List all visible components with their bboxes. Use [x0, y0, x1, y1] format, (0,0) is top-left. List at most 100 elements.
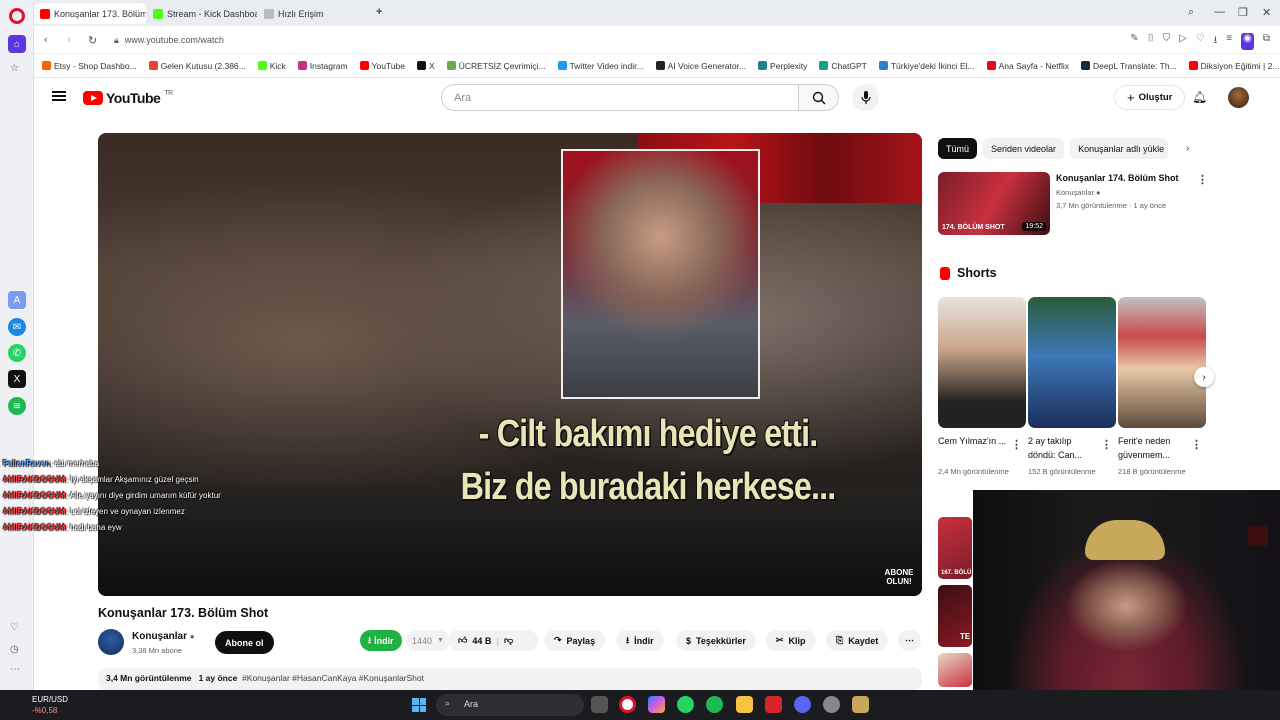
short-title-2[interactable]: 2 ay takılıp döndü: Can... [1028, 434, 1100, 462]
hamburger-menu-icon[interactable] [52, 91, 66, 101]
x-icon[interactable]: X [8, 370, 26, 388]
bookmark-item[interactable]: Ana Sayfa - Netflix [986, 61, 1069, 71]
short-thumbnail-3[interactable] [1118, 297, 1206, 428]
bookmark-item[interactable]: Gelen Kutusu (2.386... [148, 61, 246, 71]
bookmark-item[interactable]: YouTube [359, 61, 405, 71]
thanks-button[interactable]: $ Teşekkürler [676, 630, 756, 651]
profile-icon[interactable]: ◉ [1241, 33, 1254, 50]
more-vertical-icon[interactable]: ⋮ [1011, 438, 1022, 451]
channel-name[interactable]: Konuşanlar ● [132, 631, 195, 642]
more-actions-button[interactable]: ⋯ [898, 630, 921, 651]
save-button[interactable]: ⎘ Kaydet [826, 630, 889, 651]
tab-kick[interactable]: Stream - Kick Dashboard [147, 3, 257, 24]
task-view-icon[interactable] [591, 696, 608, 713]
app-store-icon[interactable]: A [8, 291, 26, 309]
tab-youtube[interactable]: Konuşanlar 173. Bölüm [34, 3, 146, 24]
bookmark-item[interactable]: Diksiyon Eğitimi | 2... [1188, 61, 1279, 71]
bookmark-item[interactable]: Twitter Video indir... [557, 61, 644, 71]
quality-select[interactable]: 1440 ▼ [406, 630, 450, 651]
taskbar-search[interactable]: ⌕ Ara [436, 694, 584, 716]
maximize-icon[interactable]: ❐ [1238, 6, 1248, 19]
chip-series[interactable]: Seriden videolar [983, 138, 1065, 159]
bookmark-item[interactable]: Etsy - Shop Dashbo... [42, 61, 137, 71]
user-avatar[interactable] [1228, 87, 1249, 108]
dislike-icon[interactable]: 👎︎ [504, 635, 513, 646]
like-icon[interactable]: 👍︎ [458, 635, 467, 646]
more-vertical-icon[interactable]: ⋮ [1101, 438, 1112, 451]
related-video-thumbnail-4[interactable] [938, 653, 972, 687]
short-title-1[interactable]: Cem Yılmaz'ın ... [938, 434, 1010, 448]
shorts-next-button[interactable]: › [1194, 367, 1214, 387]
star-icon[interactable]: ☆ [10, 63, 19, 74]
edit-icon[interactable]: ✎ [1130, 33, 1138, 50]
subscribe-button[interactable]: Abone ol [215, 631, 274, 654]
download-button[interactable]: ⭳ İndir [616, 630, 664, 651]
voice-search-button[interactable] [852, 84, 879, 111]
spotify-taskbar-icon[interactable] [706, 696, 723, 713]
bookmark-item[interactable]: Türkiye'deki İkinci El... [878, 61, 975, 71]
whatsapp-taskbar-icon[interactable] [677, 696, 694, 713]
hashtags[interactable]: #Konuşanlar #HasanCanKaya #KonuşanlarSho… [242, 673, 424, 683]
chevron-right-icon[interactable]: › [1186, 143, 1189, 154]
history-icon[interactable]: ◷ [10, 644, 19, 655]
youtube-logo[interactable]: YouTube TR [83, 90, 173, 106]
bookmark-item[interactable]: ChatGPT [819, 61, 867, 71]
obs-icon[interactable] [852, 696, 869, 713]
search-tabs-icon[interactable]: ⌕ [1188, 6, 1194, 19]
stock-widget[interactable]: EUR/USD -%0,58 [10, 694, 68, 716]
extensions-icon[interactable]: ⧉ [1263, 33, 1270, 50]
related-video-thumbnail-3[interactable]: TE [938, 585, 972, 647]
url-field[interactable]: 🔒︎ www.youtube.com/watch [114, 32, 1074, 48]
channel-avatar[interactable] [98, 629, 124, 655]
windows-start-icon[interactable] [412, 698, 426, 712]
notifications-bell-icon[interactable]: 🔔︎ [1192, 90, 1207, 104]
bookmark-item[interactable]: Perplexity [758, 61, 807, 71]
related-video-title[interactable]: Konuşanlar 174. Bölüm Shot [1056, 173, 1179, 183]
description-box[interactable]: 3,4 Mn görüntülenme 1 ay önce #Konuşanla… [98, 668, 922, 690]
heart-icon[interactable]: ♡ [10, 622, 19, 633]
discord-icon[interactable] [794, 696, 811, 713]
tab-speed-dial[interactable]: Hızlı Erişim [258, 3, 348, 24]
shield-icon[interactable]: ⛉ [1163, 33, 1171, 50]
new-tab-button[interactable]: + [376, 6, 382, 18]
short-title-3[interactable]: Ferit'e neden güvenmem... [1118, 434, 1190, 462]
whatsapp-icon[interactable]: ✆ [8, 344, 26, 362]
heart-icon[interactable]: ♡ [1196, 33, 1205, 50]
copilot-icon[interactable] [648, 696, 665, 713]
close-icon[interactable]: ✕ [1262, 6, 1271, 19]
file-explorer-icon[interactable] [736, 696, 753, 713]
chip-all[interactable]: Tümü [938, 138, 978, 159]
player-icon[interactable]: ▷ [1179, 33, 1187, 50]
related-video-thumbnail[interactable]: 174. BÖLÜM SHOT 19:52 [938, 172, 1050, 235]
minimize-icon[interactable]: — [1214, 6, 1225, 18]
bookmark-item[interactable]: X [417, 61, 435, 71]
search-input[interactable]: Ara [441, 84, 799, 111]
opera-logo-icon[interactable] [9, 8, 25, 24]
home-icon[interactable]: ⌂ [8, 35, 26, 53]
reload-icon[interactable]: ↻ [88, 34, 97, 47]
more-icon[interactable]: ⋯ [10, 664, 20, 675]
clip-button[interactable]: ✂ Klip [766, 630, 816, 651]
settings-icon[interactable] [823, 696, 840, 713]
share-button[interactable]: ↷ Paylaş [544, 630, 606, 651]
forward-icon[interactable]: › [67, 34, 71, 46]
back-icon[interactable]: ‹ [44, 34, 48, 46]
menu-icon[interactable]: ≡ [1226, 33, 1232, 50]
video-player[interactable]: - Cilt bakımı hediye etti. Biz de burada… [98, 133, 922, 596]
related-video-thumbnail-2[interactable]: 167. BÖLÜ [938, 517, 972, 579]
download-extension-button[interactable]: ⭳ İndir [360, 630, 402, 651]
related-video-channel[interactable]: Konuşanlar ● [1056, 188, 1101, 197]
bookmark-item[interactable]: AI Voice Generator... [655, 61, 746, 71]
search-button[interactable] [799, 84, 839, 111]
short-thumbnail-2[interactable] [1028, 297, 1116, 428]
bookmark-item[interactable]: DeepL Translate: Th... [1081, 61, 1177, 71]
app-icon[interactable] [765, 696, 782, 713]
more-vertical-icon[interactable]: ⋮ [1197, 173, 1208, 186]
bookmark-item[interactable]: Instagram [297, 61, 348, 71]
chip-channel-uploads[interactable]: Konuşanlar adlı yükle [1070, 138, 1169, 159]
camera-icon[interactable]: ⌷ [1148, 33, 1154, 50]
messenger-icon[interactable]: ✉ [8, 318, 26, 336]
download-icon[interactable]: ⭳ [1214, 33, 1218, 50]
bookmark-item[interactable]: ÜCRETSİZ Çevrimiçi... [446, 61, 546, 71]
more-vertical-icon[interactable]: ⋮ [1191, 438, 1202, 451]
